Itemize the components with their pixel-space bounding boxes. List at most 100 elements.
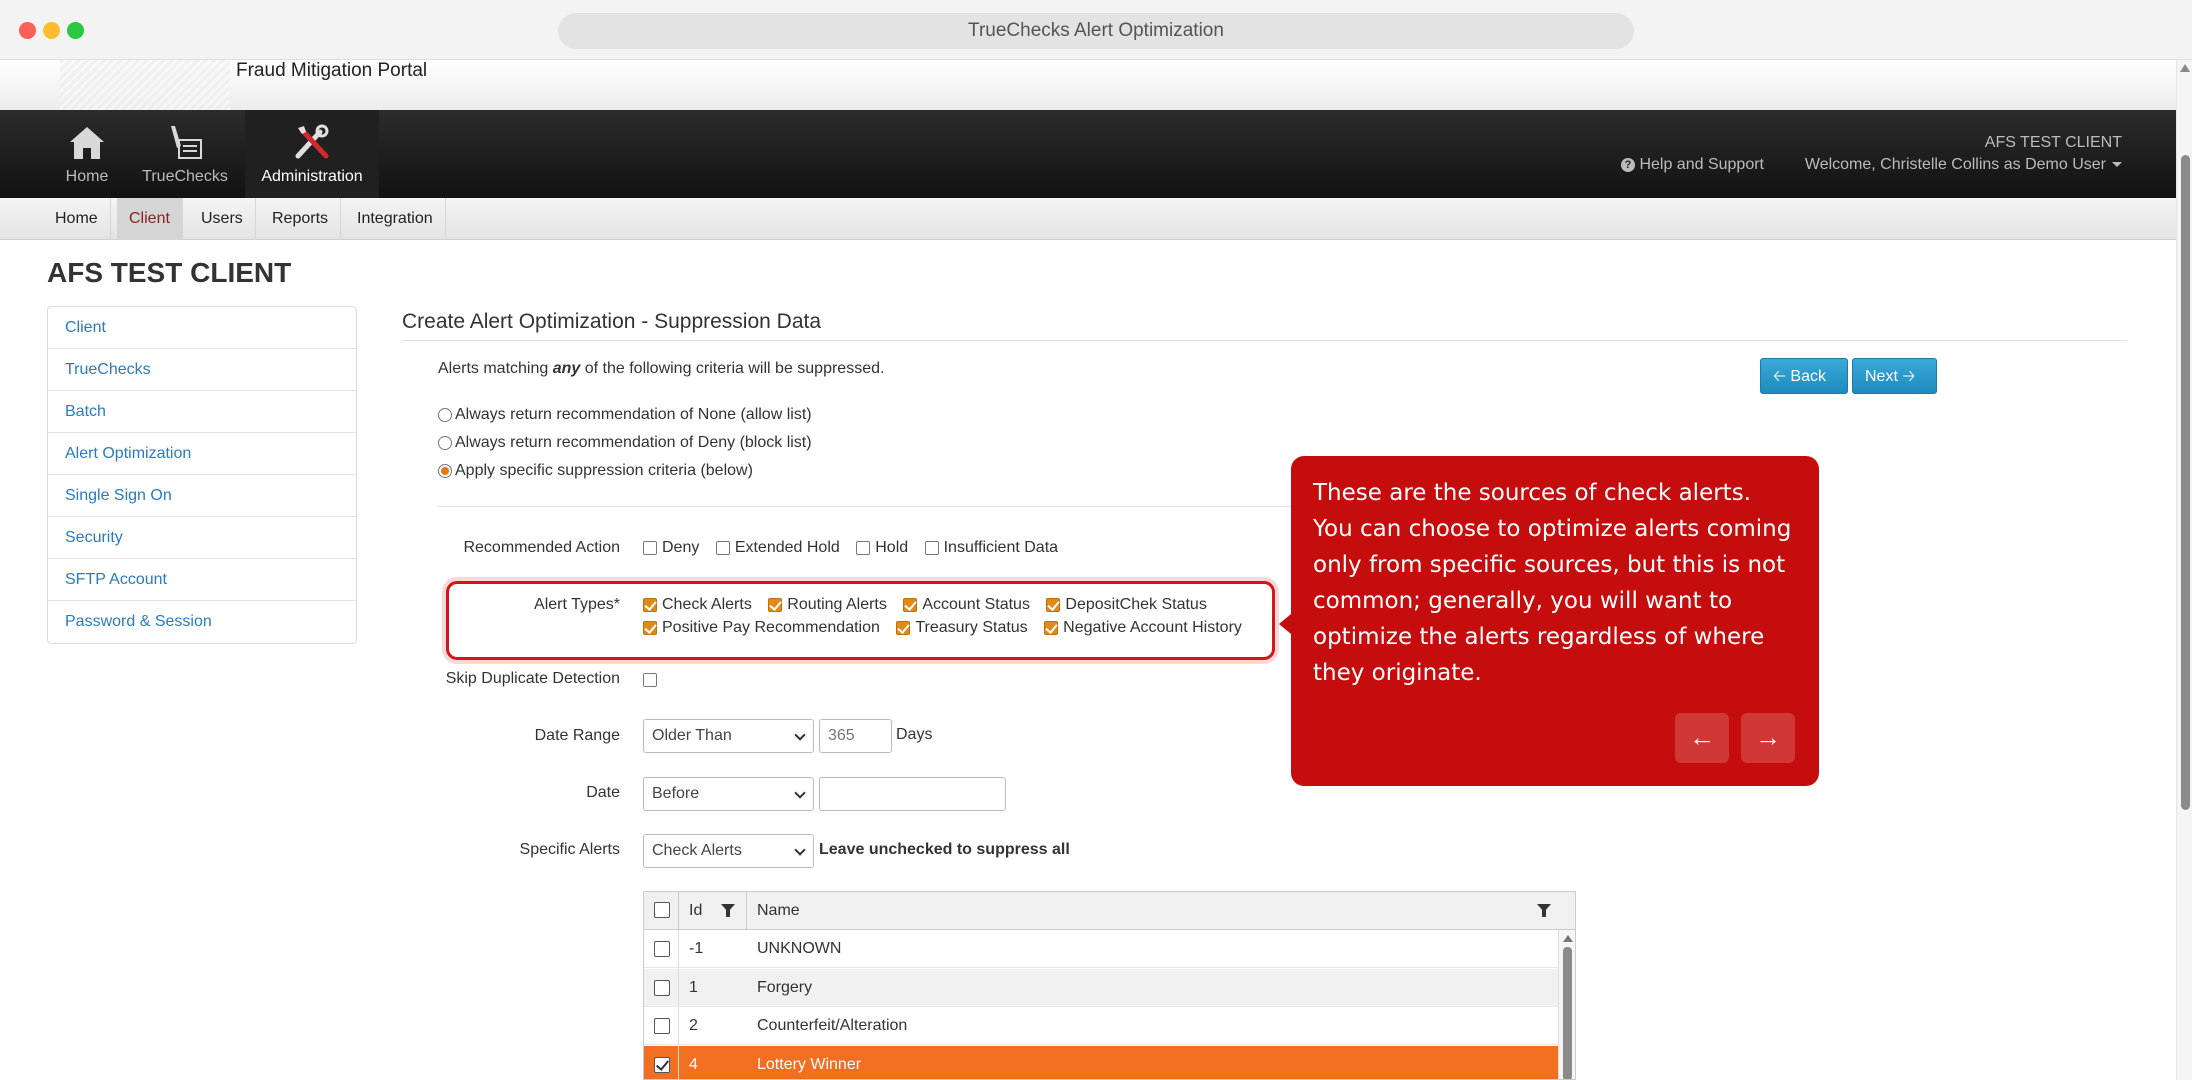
sidebar-item-single-sign-on[interactable]: Single Sign On [48, 475, 356, 517]
radio-button[interactable] [438, 435, 452, 450]
checkbox[interactable] [643, 620, 657, 635]
next-button[interactable]: Next 🡢 [1852, 358, 1937, 394]
scroll-thumb[interactable] [1563, 947, 1572, 1079]
intro-post: of the following criteria will be suppre… [580, 360, 885, 377]
skip-duplicate-checkbox[interactable] [643, 673, 657, 687]
radio-label: Always return recommendation of Deny (bl… [455, 434, 812, 451]
days-unit-label: Days [896, 726, 933, 743]
nav-administration[interactable]: Administration [245, 110, 379, 198]
scroll-up-icon[interactable] [1563, 935, 1573, 942]
nav-home[interactable]: Home [50, 110, 124, 198]
nav-truechecks[interactable]: TrueChecks [134, 110, 236, 198]
subnav-home[interactable]: Home [43, 198, 111, 240]
subnav-client[interactable]: Client [117, 198, 183, 240]
grid-scrollbar[interactable] [1558, 930, 1575, 1079]
subnav-integration[interactable]: Integration [345, 198, 446, 240]
table-row[interactable]: 2 Counterfeit/Alteration [644, 1007, 1560, 1045]
subnav-reports[interactable]: Reports [260, 198, 342, 240]
select-all-checkbox[interactable] [654, 902, 670, 918]
alert-type-depositchek-status[interactable]: DepositChek Status [1046, 596, 1207, 614]
radio-button[interactable] [438, 407, 452, 422]
browser-chrome: TrueChecks Alert Optimization [0, 0, 2192, 60]
checkbox[interactable] [903, 597, 918, 612]
alert-type-positive-pay[interactable]: Positive Pay Recommendation [643, 619, 880, 637]
arrow-left-icon: 🡠 [1773, 368, 1786, 385]
date-range-select[interactable]: Older Than [643, 719, 814, 753]
checkbox[interactable] [896, 620, 911, 635]
specific-alerts-label: Specific Alerts [519, 841, 620, 858]
checkbox[interactable] [1046, 597, 1061, 612]
subnav-users[interactable]: Users [189, 198, 256, 240]
option-label: Insufficient Data [943, 539, 1059, 556]
sidebar-item-batch[interactable]: Batch [48, 391, 356, 433]
option-hold[interactable]: Hold [856, 539, 908, 557]
row-checkbox[interactable] [654, 941, 670, 957]
select-value: Before [652, 785, 700, 802]
row-name: UNKNOWN [757, 940, 842, 957]
column-header-id[interactable]: Id [679, 892, 747, 930]
address-bar[interactable]: TrueChecks Alert Optimization [558, 13, 1634, 49]
row-id: -1 [689, 940, 704, 957]
sidebar-item-client[interactable]: Client [48, 307, 356, 349]
table-row[interactable]: -1 UNKNOWN [644, 930, 1560, 968]
checkbox[interactable] [643, 597, 657, 612]
back-button[interactable]: 🡠 Back [1760, 358, 1848, 394]
checkbox[interactable] [715, 540, 730, 555]
row-id: 1 [689, 979, 698, 996]
help-support-link[interactable]: ? Help and Support [1621, 156, 1764, 174]
radio-allow-list[interactable]: Always return recommendation of None (al… [438, 406, 812, 424]
question-circle-icon: ? [1621, 157, 1635, 172]
date-comparison-select[interactable]: Before [643, 777, 814, 811]
sidebar-item-alert-optimization[interactable]: Alert Optimization [48, 433, 356, 475]
tooltip-next-button[interactable]: → [1741, 713, 1795, 763]
specific-alerts-hint: Leave unchecked to suppress all [819, 841, 1070, 858]
option-insufficient-data[interactable]: Insufficient Data [924, 539, 1059, 557]
sub-navbar: Home Client Users Reports Integration [0, 198, 2176, 240]
user-menu[interactable]: Welcome, Christelle Collins as Demo User [1805, 156, 2122, 174]
checkbox[interactable] [1044, 620, 1059, 635]
table-row-selected[interactable]: 4 Lottery Winner [644, 1046, 1560, 1079]
specific-alerts-select[interactable]: Check Alerts [643, 834, 814, 868]
tooltip-prev-button[interactable]: ← [1675, 713, 1729, 763]
date-range-days-input[interactable]: 365 [819, 719, 892, 753]
row-checkbox[interactable] [654, 1018, 670, 1034]
sidebar-item-truechecks[interactable]: TrueChecks [48, 349, 356, 391]
filter-icon[interactable] [1537, 904, 1551, 917]
checkbox[interactable] [643, 540, 657, 555]
radio-button[interactable] [438, 463, 452, 478]
section-divider [402, 340, 2127, 341]
alert-type-routing-alerts[interactable]: Routing Alerts [768, 596, 887, 614]
radio-block-list[interactable]: Always return recommendation of Deny (bl… [438, 434, 812, 452]
scroll-thumb[interactable] [2181, 155, 2190, 810]
filter-icon[interactable] [721, 904, 735, 917]
option-deny[interactable]: Deny [643, 539, 699, 557]
close-window-button[interactable] [19, 22, 36, 39]
maximize-window-button[interactable] [67, 22, 84, 39]
table-row[interactable]: 1 Forgery [644, 969, 1560, 1007]
sidebar-item-password-session[interactable]: Password & Session [48, 601, 356, 643]
sidebar-item-sftp-account[interactable]: SFTP Account [48, 559, 356, 601]
radio-specific-criteria[interactable]: Apply specific suppression criteria (bel… [438, 462, 753, 480]
alert-type-check-alerts[interactable]: Check Alerts [643, 596, 752, 614]
alert-type-treasury-status[interactable]: Treasury Status [896, 619, 1028, 637]
alert-type-negative-account-history[interactable]: Negative Account History [1044, 619, 1242, 637]
option-label: Account Status [922, 596, 1030, 613]
alert-types-row-1: Check Alerts Routing Alerts Account Stat… [643, 596, 1219, 614]
row-checkbox[interactable] [654, 980, 670, 996]
row-checkbox[interactable] [654, 1057, 670, 1073]
alert-type-account-status[interactable]: Account Status [903, 596, 1030, 614]
option-extended-hold[interactable]: Extended Hold [715, 539, 840, 557]
nav-administration-label: Administration [261, 168, 363, 185]
minimize-window-button[interactable] [43, 22, 60, 39]
checkbox[interactable] [856, 540, 871, 555]
column-header-name[interactable]: Name [747, 892, 1575, 930]
page-scrollbar[interactable] [2176, 60, 2192, 1080]
checkbox[interactable] [924, 540, 939, 555]
date-label: Date [586, 784, 620, 801]
row-select-cell [644, 1007, 679, 1045]
sidebar-item-security[interactable]: Security [48, 517, 356, 559]
scroll-up-icon[interactable] [2180, 64, 2190, 72]
checkbox[interactable] [768, 597, 783, 612]
date-input[interactable] [819, 777, 1006, 811]
select-all-cell [644, 892, 679, 930]
